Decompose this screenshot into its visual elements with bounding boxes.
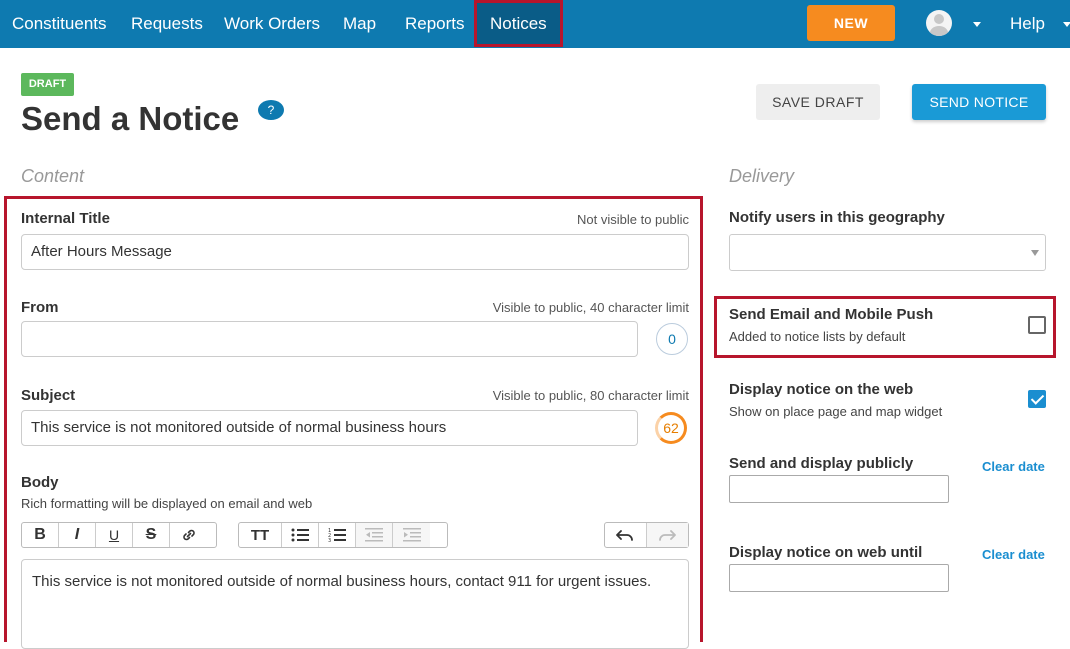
subject-label: Subject: [21, 387, 76, 404]
indent-icon[interactable]: [393, 523, 430, 547]
new-button[interactable]: NEW: [807, 5, 895, 41]
subject-hint: Visible to public, 80 character limit: [492, 388, 689, 403]
text-size-icon[interactable]: TT: [239, 523, 282, 547]
toolbar-format-group: B I U S: [21, 522, 217, 548]
body-sub-label: Rich formatting will be displayed on ema…: [21, 496, 313, 511]
link-icon[interactable]: [170, 523, 207, 547]
numbered-list-icon[interactable]: 123: [319, 523, 356, 547]
send-display-clear-date-link[interactable]: Clear date: [982, 459, 1045, 474]
internal-title-hint: Not visible to public: [577, 212, 689, 227]
nav-reports[interactable]: Reports: [405, 0, 465, 48]
body-editor[interactable]: This service is not monitored outside of…: [21, 559, 689, 649]
chevron-down-icon[interactable]: [1063, 22, 1070, 27]
chevron-down-icon: [1031, 250, 1039, 256]
email-push-sub: Added to notice lists by default: [729, 329, 906, 344]
redo-icon[interactable]: [646, 523, 688, 547]
bold-icon[interactable]: B: [22, 523, 59, 547]
nav-work-orders[interactable]: Work Orders: [224, 0, 320, 48]
underline-icon[interactable]: U: [96, 523, 133, 547]
help-icon[interactable]: ?: [258, 100, 284, 120]
internal-title-input[interactable]: After Hours Message: [21, 234, 689, 270]
italic-icon[interactable]: I: [59, 523, 96, 547]
avatar[interactable]: [926, 10, 952, 36]
display-web-checkbox[interactable]: [1028, 390, 1046, 408]
content-section-label: Content: [21, 166, 85, 186]
display-until-clear-date-link[interactable]: Clear date: [982, 547, 1045, 562]
subject-input[interactable]: This service is not monitored outside of…: [21, 410, 638, 446]
chevron-down-icon[interactable]: [973, 22, 981, 27]
from-hint: Visible to public, 40 character limit: [492, 300, 689, 315]
toolbar-history-group: [604, 522, 689, 548]
send-notice-button[interactable]: SEND NOTICE: [912, 84, 1046, 120]
status-badge: DRAFT: [21, 73, 74, 96]
display-web-sub: Show on place page and map widget: [729, 404, 943, 419]
subject-char-counter: 62: [655, 412, 687, 444]
strikethrough-icon[interactable]: S: [133, 523, 170, 547]
svg-text:3: 3: [328, 538, 331, 542]
email-push-checkbox[interactable]: [1028, 316, 1046, 334]
save-draft-button[interactable]: SAVE DRAFT: [756, 84, 880, 120]
page-title: Send a Notice: [21, 100, 240, 137]
display-until-date-input[interactable]: [729, 564, 949, 592]
outdent-icon[interactable]: [356, 523, 393, 547]
from-label: From: [21, 299, 59, 316]
from-input[interactable]: [21, 321, 638, 357]
top-nav: Constituents Requests Work Orders Map Re…: [0, 0, 1070, 48]
geography-label: Notify users in this geography: [729, 209, 945, 226]
display-until-label: Display notice on web until: [729, 544, 923, 561]
nav-notices[interactable]: Notices: [474, 0, 563, 47]
nav-requests[interactable]: Requests: [131, 0, 203, 48]
toolbar-paragraph-group: TT 123: [238, 522, 448, 548]
send-display-label: Send and display publicly: [729, 455, 914, 472]
from-char-counter: 0: [656, 323, 688, 355]
geography-select[interactable]: [729, 234, 1046, 271]
display-web-title: Display notice on the web: [729, 381, 914, 398]
body-label: Body: [21, 474, 59, 491]
send-display-date-input[interactable]: [729, 475, 949, 503]
bullet-list-icon[interactable]: [282, 523, 319, 547]
nav-constituents[interactable]: Constituents: [12, 0, 107, 48]
email-push-title: Send Email and Mobile Push: [729, 306, 934, 323]
delivery-section-label: Delivery: [729, 166, 795, 186]
nav-help[interactable]: Help: [1010, 0, 1045, 48]
undo-icon[interactable]: [605, 523, 647, 547]
internal-title-label: Internal Title: [21, 210, 110, 227]
nav-map[interactable]: Map: [343, 0, 376, 48]
